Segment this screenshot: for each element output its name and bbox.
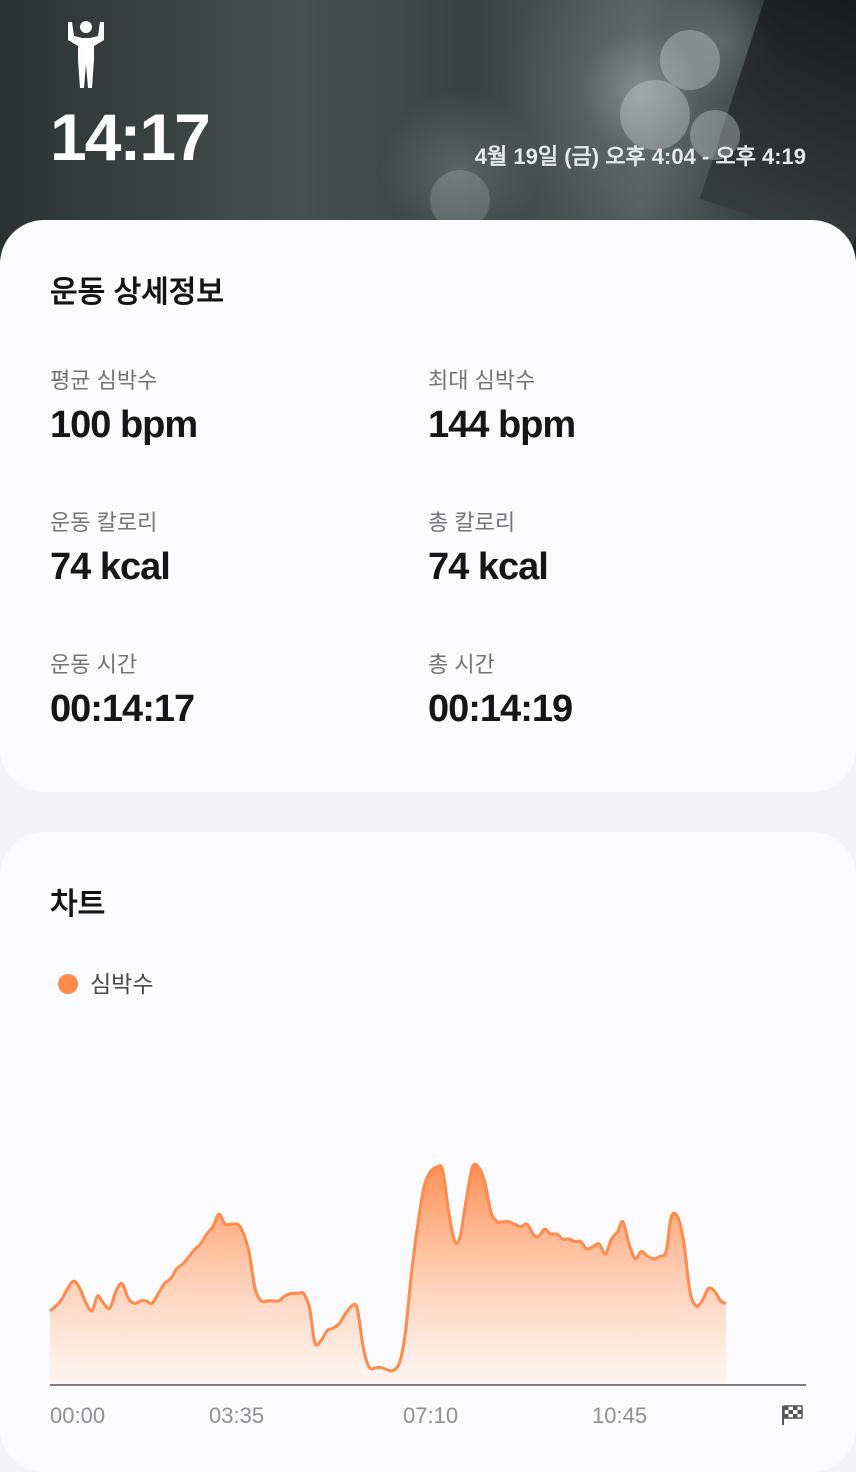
stat-value: 74 kcal — [50, 546, 171, 588]
stat-value: 00:14:19 — [428, 688, 573, 730]
stat-workout-time: 운동 시간 00:14:17 — [50, 652, 410, 730]
stat-label: 평균 심박수 — [50, 368, 158, 393]
stat-total-calories: 총 칼로리 74 kcal — [428, 510, 788, 588]
x-tick-label: 07:10 — [403, 1403, 459, 1428]
x-tick-label: 00:00 — [50, 1403, 106, 1428]
stat-value: 00:14:17 — [50, 688, 195, 730]
banner-bokeh — [660, 30, 720, 90]
stat-total-time: 총 시간 00:14:19 — [428, 652, 788, 730]
stat-workout-calories: 운동 칼로리 74 kcal — [50, 510, 410, 588]
stat-average-heart-rate: 평균 심박수 100 bpm — [50, 368, 410, 446]
stat-label: 운동 시간 — [50, 652, 138, 677]
heart-rate-chart — [49, 1162, 806, 1386]
stat-label: 운동 칼로리 — [50, 510, 158, 535]
checkered-flag-icon — [782, 1405, 803, 1425]
banner-bokeh — [620, 80, 690, 150]
stat-max-heart-rate: 최대 심박수 144 bpm — [428, 368, 788, 446]
section-title: 운동 상세정보 — [50, 276, 224, 309]
workout-date-range: 4월 19일 (금) 오후 4:04 - 오후 4:19 — [474, 144, 806, 169]
stat-label: 총 시간 — [428, 652, 495, 677]
person-flexing-icon — [68, 21, 104, 88]
stat-label: 최대 심박수 — [428, 368, 536, 393]
stat-value: 144 bpm — [428, 404, 576, 446]
chart-card: 차트 심박수 00:00 03:35 07:10 10:45 — [0, 832, 856, 1472]
x-tick-label: 03:35 — [209, 1403, 265, 1428]
stat-label: 총 칼로리 — [428, 510, 516, 535]
stat-value: 100 bpm — [50, 404, 198, 446]
workout-duration: 14:17 — [50, 100, 211, 174]
heart-rate-area — [50, 1164, 726, 1385]
workout-details-card: 운동 상세정보 평균 심박수 100 bpm 최대 심박수 144 bpm 운동… — [0, 220, 856, 792]
x-tick-label: 10:45 — [592, 1403, 648, 1428]
stat-value: 74 kcal — [428, 546, 549, 588]
